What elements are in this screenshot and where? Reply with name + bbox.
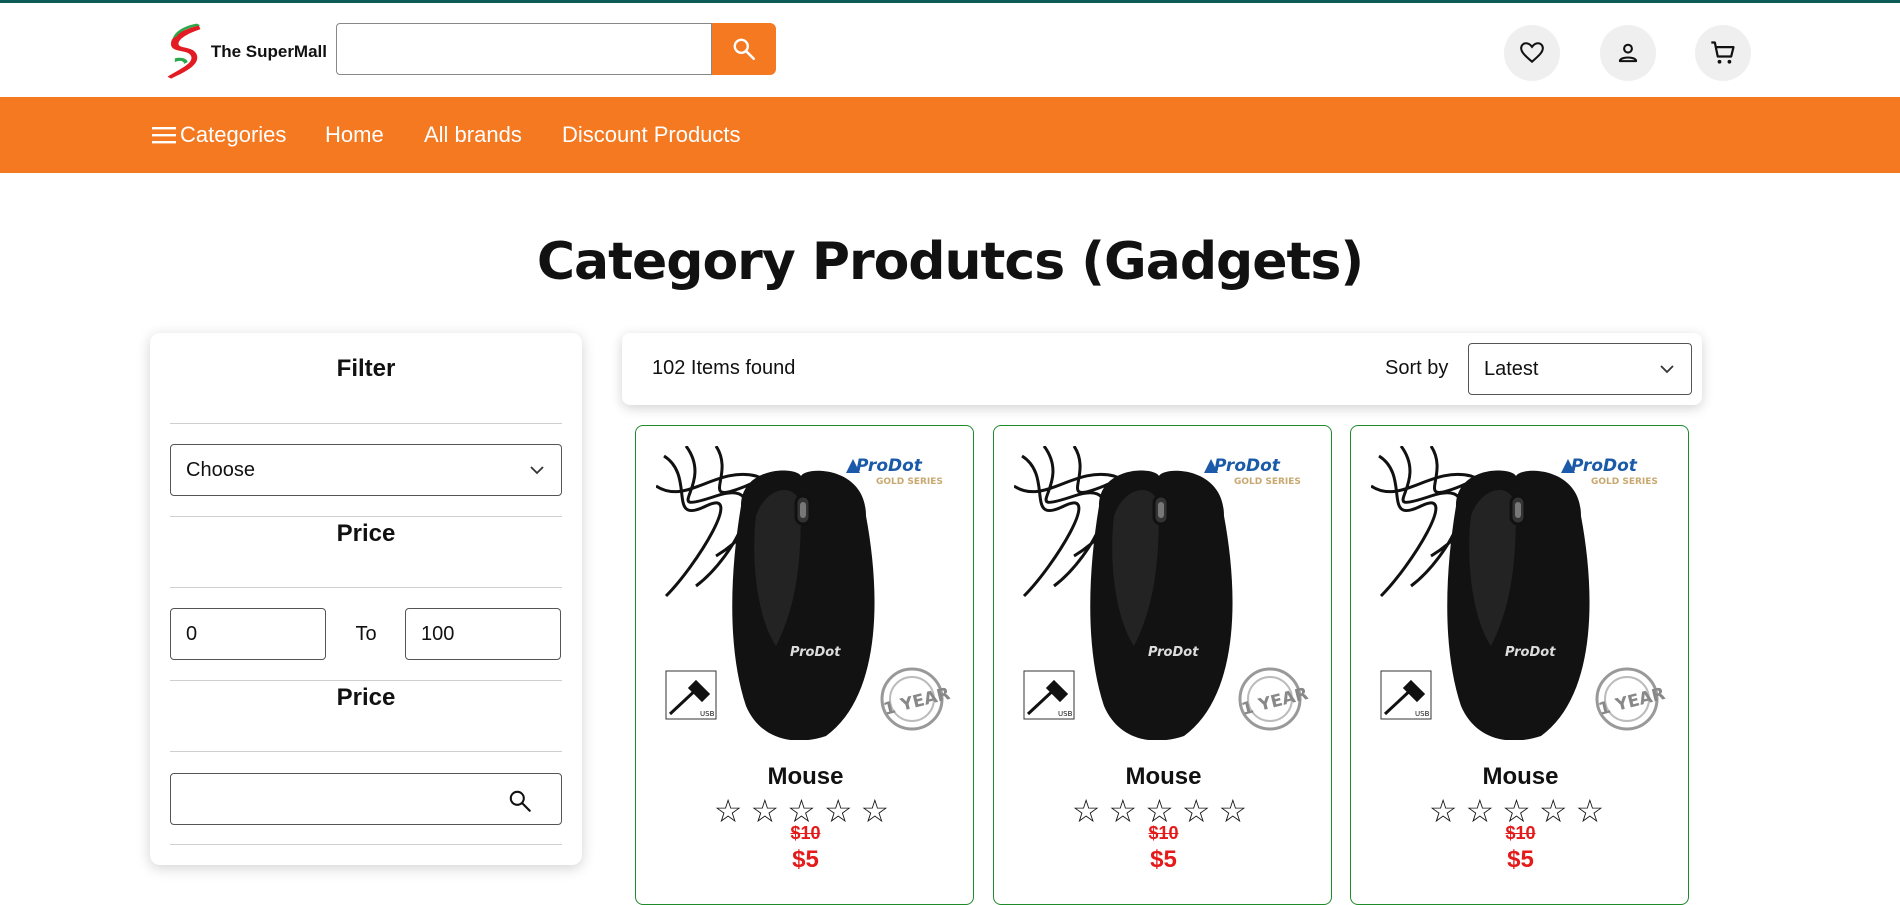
main-nav: Categories Home All brands Discount Prod… bbox=[0, 97, 1900, 173]
filter-panel: Filter Choose Price 0 To 100 Price bbox=[150, 333, 582, 865]
product-name[interactable]: Mouse bbox=[1351, 763, 1690, 791]
price-to-label: To bbox=[355, 623, 377, 645]
price-label: Price bbox=[336, 520, 396, 547]
usb-label: USB bbox=[700, 710, 715, 718]
product-image[interactable]: ProDot ProDot GOLD SERIES USB 1 YEAR bbox=[656, 446, 954, 740]
product-old-price: $10 bbox=[1148, 823, 1179, 843]
filter-title: Filter bbox=[336, 355, 396, 382]
product-card[interactable]: ProDot ProDot GOLD SERIES USB 1 YEAR Mou… bbox=[635, 425, 974, 905]
product-price: $5 bbox=[1150, 846, 1177, 873]
price-min-input[interactable]: 0 bbox=[170, 608, 326, 660]
product-name[interactable]: Mouse bbox=[636, 763, 975, 791]
product-image[interactable]: ProDot ProDot GOLD SERIES USB 1 YEAR bbox=[1371, 446, 1669, 740]
brand-series: GOLD SERIES bbox=[876, 477, 943, 487]
mouse-brand-mark: ProDot bbox=[790, 645, 841, 660]
search-section-label: Price bbox=[336, 684, 396, 711]
filter-divider bbox=[170, 680, 562, 681]
category-select-value: Choose bbox=[186, 458, 255, 481]
nav-all-brands[interactable]: All brands bbox=[424, 97, 522, 173]
user-icon bbox=[1618, 43, 1638, 63]
sort-select-value: Latest bbox=[1484, 357, 1539, 380]
usb-label: USB bbox=[1058, 710, 1073, 718]
nav-categories[interactable]: Categories bbox=[152, 97, 286, 173]
filter-search-input[interactable] bbox=[170, 773, 562, 825]
site-logo[interactable]: The SuperMall bbox=[162, 19, 327, 85]
logo-mark-icon bbox=[167, 23, 201, 79]
nav-discount-products[interactable]: Discount Products bbox=[562, 97, 741, 173]
chevron-down-icon bbox=[530, 466, 544, 475]
filter-divider bbox=[170, 751, 562, 752]
mouse-product-icon: ProDot ProDot GOLD SERIES USB 1 YEAR bbox=[1014, 446, 1312, 740]
product-name[interactable]: Mouse bbox=[994, 763, 1333, 791]
category-select[interactable]: Choose bbox=[170, 444, 562, 496]
product-card[interactable]: ProDot ProDot GOLD SERIES USB 1 YEAR Mou… bbox=[993, 425, 1332, 905]
filter-divider bbox=[170, 844, 562, 845]
brand-series: GOLD SERIES bbox=[1234, 477, 1301, 487]
sort-label: Sort by bbox=[1385, 357, 1449, 379]
hamburger-menu-icon bbox=[152, 127, 176, 144]
brand-logo: ProDot bbox=[1214, 456, 1281, 476]
product-old-price: $10 bbox=[790, 823, 821, 843]
results-bar: 102 Items found Sort by Latest bbox=[622, 333, 1702, 405]
nav-categories-label: Categories bbox=[180, 122, 287, 147]
nav-home[interactable]: Home bbox=[325, 97, 384, 173]
search-icon[interactable] bbox=[507, 788, 533, 814]
mouse-brand-mark: ProDot bbox=[1148, 645, 1199, 660]
search-icon bbox=[733, 38, 756, 61]
filter-divider bbox=[170, 516, 562, 517]
search-button[interactable] bbox=[712, 23, 776, 75]
cart-icon bbox=[1711, 41, 1735, 64]
cart-button[interactable] bbox=[1695, 25, 1751, 81]
search-input[interactable] bbox=[336, 23, 712, 75]
brand-logo: ProDot bbox=[1571, 456, 1638, 476]
heart-icon bbox=[1520, 42, 1544, 64]
mouse-product-icon: ProDot ProDot GOLD SERIES USB 1 YEAR bbox=[656, 446, 954, 740]
product-image[interactable]: ProDot ProDot GOLD SERIES USB 1 YEAR bbox=[1014, 446, 1312, 740]
page-title: Category Produtcs (Gadgets) bbox=[536, 232, 1364, 292]
price-max-input[interactable]: 100 bbox=[405, 608, 561, 660]
product-old-price: $10 bbox=[1505, 823, 1536, 843]
product-price: $5 bbox=[792, 846, 819, 873]
mouse-product-icon: ProDot ProDot GOLD SERIES USB 1 YEAR bbox=[1371, 446, 1669, 740]
sort-select[interactable]: Latest bbox=[1468, 343, 1692, 395]
items-found-count: 102 Items found bbox=[652, 357, 796, 379]
product-card[interactable]: ProDot ProDot GOLD SERIES USB 1 YEAR Mou… bbox=[1350, 425, 1689, 905]
filter-divider bbox=[170, 423, 562, 424]
account-button[interactable] bbox=[1600, 25, 1656, 81]
usb-label: USB bbox=[1415, 710, 1430, 718]
site-header: The SuperMall bbox=[0, 3, 1900, 97]
chevron-down-icon bbox=[1660, 365, 1674, 374]
mouse-brand-mark: ProDot bbox=[1505, 645, 1556, 660]
filter-divider bbox=[170, 587, 562, 588]
product-price: $5 bbox=[1507, 846, 1534, 873]
brand-series: GOLD SERIES bbox=[1591, 477, 1658, 487]
logo-text: The SuperMall bbox=[210, 42, 327, 61]
brand-logo: ProDot bbox=[856, 456, 923, 476]
wishlist-button[interactable] bbox=[1504, 25, 1560, 81]
